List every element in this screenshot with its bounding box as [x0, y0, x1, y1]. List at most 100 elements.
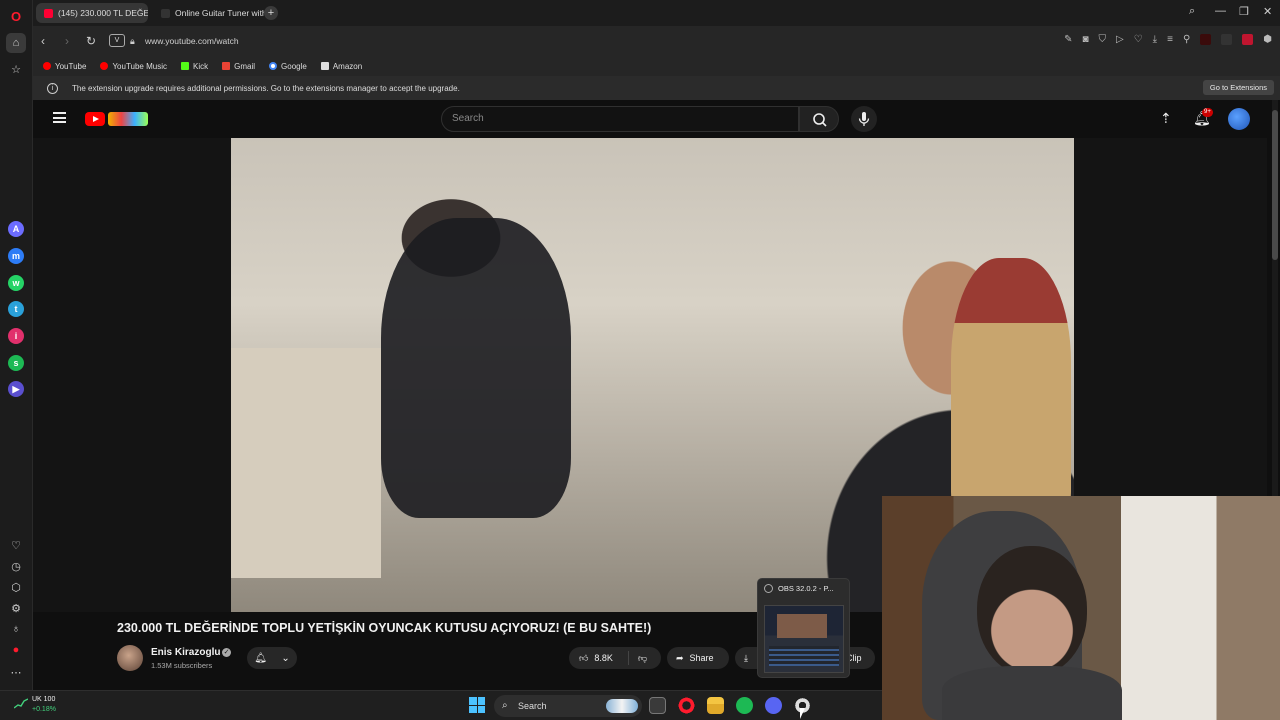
notice-message: The extension upgrade requires additiona… [72, 83, 460, 93]
download-icon: ⤓ [744, 652, 748, 663]
channel-avatar[interactable] [117, 645, 143, 671]
scrollbar-thumb[interactable] [1272, 110, 1278, 260]
chevron-down-icon: ⌄ [281, 652, 290, 664]
bookmark-label: YouTube [55, 61, 87, 71]
mouse-cursor [800, 708, 805, 719]
send-icon[interactable]: ▷ [1116, 34, 1124, 45]
voice-search-button[interactable] [851, 106, 877, 132]
minimize-icon[interactable]: — [1215, 5, 1226, 17]
extensions-cube-icon[interactable]: ⬢ [1263, 34, 1272, 45]
star-icon[interactable]: ☆ [6, 59, 26, 79]
share-button[interactable]: ➦ Share [667, 647, 729, 669]
go-to-extensions-button[interactable]: Go to Extensions [1202, 80, 1274, 95]
extension-icon[interactable] [1221, 34, 1233, 45]
youtube-music-icon [100, 62, 109, 70]
task-view-icon[interactable] [649, 697, 666, 714]
download-icon[interactable]: ⤓ [1153, 34, 1157, 45]
guitar-favicon-icon [161, 8, 170, 18]
messenger-icon[interactable]: m [8, 248, 24, 264]
opera-taskbar-icon[interactable] [678, 697, 695, 714]
webcam-person [977, 546, 1087, 676]
obs-taskbar-preview[interactable]: OBS 32.0.2 - P... [757, 578, 850, 678]
youtube-logo[interactable] [85, 110, 151, 128]
new-tab-button[interactable]: + [264, 6, 278, 20]
tab-youtube-video[interactable]: (145) 230.000 TL DEĞERİNDE [36, 3, 148, 23]
youtube-icon [43, 62, 51, 70]
subscribed-button[interactable]: 🔔︎ ⌄ [247, 647, 297, 669]
record-icon[interactable]: ● [6, 640, 26, 660]
player-icon[interactable]: ▶ [8, 381, 24, 397]
search-input[interactable]: Search [441, 106, 799, 132]
search-button[interactable] [799, 106, 839, 132]
search-highlight-image [606, 699, 638, 713]
menu-icon[interactable] [53, 112, 66, 123]
share-icon: ➦ [676, 652, 684, 663]
ticker-name: UK 100 [32, 696, 56, 703]
taskbar-search[interactable]: ⌕ Search [494, 695, 642, 717]
dislike-button[interactable]: 👎︎ [629, 653, 647, 664]
youtube-favicon-icon [44, 8, 53, 18]
whatsapp-icon[interactable]: w [8, 275, 24, 291]
more-icon[interactable]: ⋯ [6, 662, 26, 682]
like-count: 8.8K [594, 653, 613, 663]
microphone-icon [858, 112, 870, 126]
account-avatar[interactable] [1228, 108, 1250, 130]
close-icon[interactable]: ✕ [1263, 5, 1272, 18]
camera-icon[interactable]: ◙ [1082, 34, 1088, 45]
shield-icon[interactable]: ⛉ [1099, 34, 1107, 45]
bookmark-google[interactable]: Google [269, 62, 307, 71]
history-icon[interactable]: ◷ [6, 556, 26, 576]
restore-icon[interactable]: ❐ [1239, 5, 1249, 18]
verified-icon: ✓ [222, 648, 231, 657]
bookmark-youtube-music[interactable]: YouTube Music [100, 62, 167, 71]
forward-icon[interactable]: › [65, 34, 69, 48]
instagram-icon[interactable]: i [8, 328, 24, 344]
youtube-play-icon [85, 112, 105, 126]
file-explorer-icon[interactable] [707, 697, 724, 714]
vpn-badge[interactable]: V [109, 34, 125, 47]
back-icon[interactable]: ‹ [41, 34, 45, 48]
heart-icon[interactable]: ♡ [6, 535, 26, 555]
share-label: Share [689, 653, 714, 663]
menu-lines-icon[interactable]: ≡ [1167, 34, 1173, 45]
like-button[interactable]: 👍︎ 8.8K [569, 651, 629, 665]
thumbs-up-icon: 👍︎ [579, 652, 589, 663]
obs-preview-thumbnail[interactable] [764, 605, 844, 673]
lightbulb-icon[interactable]: ♁ [6, 619, 26, 639]
youtube-header: Search ⇡ 🔔︎ 9+ [33, 100, 1280, 138]
reload-icon[interactable]: ↻ [86, 34, 96, 48]
url-field[interactable]: www.youtube.com/watch [145, 36, 239, 46]
pin-icon[interactable]: ⚲ [1183, 34, 1190, 45]
bookmark-label: YouTube Music [112, 61, 167, 71]
aria-icon[interactable]: A [8, 221, 24, 237]
search-tabs-icon[interactable]: ⌕ [1189, 5, 1195, 18]
cube-icon[interactable]: ⬡ [6, 577, 26, 597]
home-icon[interactable]: ⌂ [6, 33, 26, 53]
info-icon: i [47, 82, 58, 94]
extension-icon[interactable] [1242, 34, 1254, 45]
opera-logo-icon[interactable]: O [6, 6, 26, 26]
bookmark-youtube[interactable]: YouTube [43, 62, 86, 71]
spotify-icon[interactable]: s [8, 355, 24, 371]
windows-start-icon[interactable] [469, 697, 485, 713]
search-icon: ⌕ [502, 700, 508, 711]
edit-icon[interactable]: ✎ [1064, 34, 1072, 45]
bookmark-kick[interactable]: Kick [181, 62, 208, 71]
heart-outline-icon[interactable]: ♡ [1134, 34, 1143, 45]
discord-taskbar-icon[interactable] [765, 697, 782, 714]
bookmark-gmail[interactable]: Gmail [222, 62, 255, 71]
like-dislike-group: 👍︎ 8.8K 👎︎ [569, 647, 661, 669]
bookmark-amazon[interactable]: Amazon [320, 61, 363, 71]
channel-name[interactable]: Enis Kirazoglu [151, 647, 220, 658]
bookmark-label: Amazon [332, 61, 363, 71]
chart-up-icon [14, 698, 28, 709]
tab-guitar-tuner[interactable]: Online Guitar Tuner with Mi [153, 3, 265, 23]
taskbar-search-label: Search [518, 701, 547, 711]
bookmark-label: Gmail [234, 61, 256, 71]
telegram-icon[interactable]: t [8, 301, 24, 317]
extension-icon[interactable] [1200, 34, 1212, 45]
upload-icon[interactable]: ⇡ [1160, 110, 1172, 127]
lock-icon[interactable]: 🔒︎ [130, 36, 135, 47]
settings-icon[interactable]: ⚙ [6, 598, 26, 618]
spotify-taskbar-icon[interactable] [736, 697, 753, 714]
